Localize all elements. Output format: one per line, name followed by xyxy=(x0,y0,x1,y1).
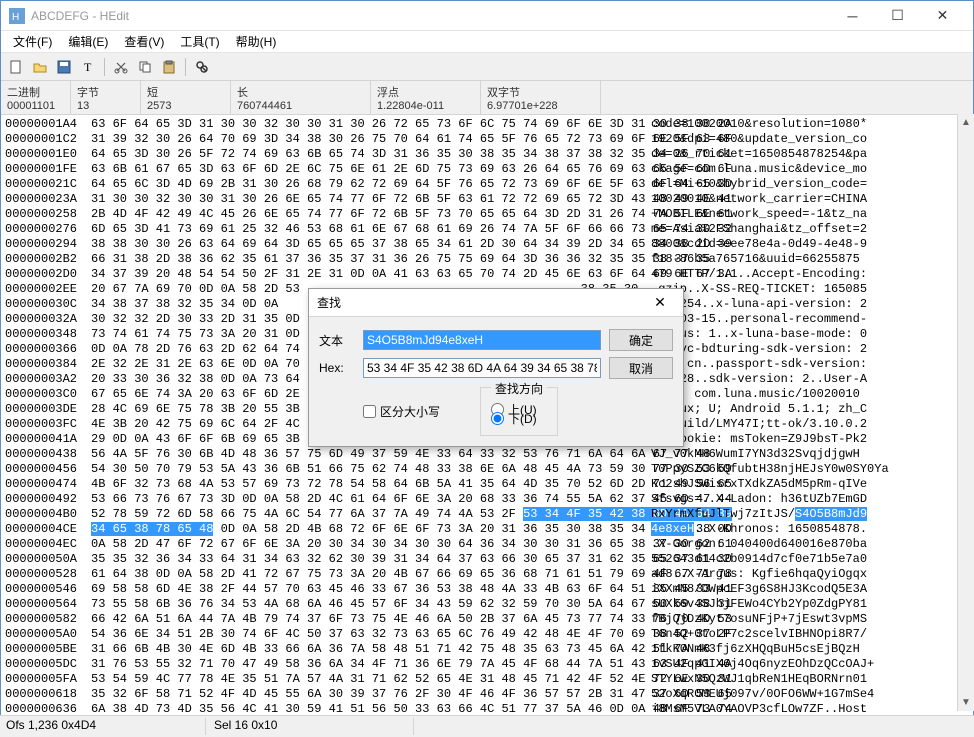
paste-icon[interactable] xyxy=(158,56,180,78)
hex-row[interactable]: 00000006366A 38 4D 73 4D 35 56 4C 41 30 … xyxy=(5,702,969,712)
hex-row[interactable]: 00000004744B 6F 32 73 68 4A 53 57 69 73 … xyxy=(5,477,969,492)
copy-icon[interactable] xyxy=(134,56,156,78)
hex-row[interactable]: 000000054669 58 58 6D 4E 38 2F 44 57 70 … xyxy=(5,582,969,597)
info-double: 双字节6.97701e+228 xyxy=(481,81,601,114)
hex-row[interactable]: 00000001A463 6F 64 65 3D 31 30 30 32 30 … xyxy=(5,117,969,132)
close-button[interactable]: ✕ xyxy=(920,2,965,30)
info-bar: 二进制00001101 字节13 短2573 长760744461 浮点1.22… xyxy=(1,81,973,115)
new-file-icon[interactable] xyxy=(5,56,27,78)
dialog-close-button[interactable]: ✕ xyxy=(645,292,675,314)
find-text-input[interactable] xyxy=(363,330,601,350)
hex-row[interactable]: 00000001E064 65 3D 30 26 5F 72 74 69 63 … xyxy=(5,147,969,162)
hex-row[interactable]: 00000002D034 37 39 20 48 54 54 50 2F 31 … xyxy=(5,267,969,282)
hex-row[interactable]: 000000029438 38 30 30 26 63 64 69 64 3D … xyxy=(5,237,969,252)
hex-row[interactable]: 00000004CE34 65 38 78 65 48 0D 0A 58 2D … xyxy=(5,522,969,537)
info-float: 浮点1.22804e-011 xyxy=(371,81,481,114)
search-direction-group: 查找方向 上(U) 下(D) xyxy=(480,387,558,436)
hex-row[interactable]: 00000004B052 78 59 72 6D 58 66 75 4A 6C … xyxy=(5,507,969,522)
find-dialog: 查找 ✕ 文本 确定 Hex: 取消 区分大小写 查找方向 上(U) 下(D) xyxy=(308,288,684,447)
menu-view[interactable]: 查看(V) xyxy=(116,31,172,52)
svg-text:H: H xyxy=(12,12,19,23)
direction-down-radio[interactable]: 下(D) xyxy=(491,410,547,427)
scroll-down-arrow[interactable]: ▼ xyxy=(958,694,974,711)
info-byte: 字节13 xyxy=(71,81,141,114)
maximize-button[interactable]: ☐ xyxy=(875,2,920,30)
window-title: ABCDEFG - HEdit xyxy=(31,9,129,23)
find-text-label: 文本 xyxy=(319,332,363,349)
menu-help[interactable]: 帮助(H) xyxy=(228,31,285,52)
hex-row[interactable]: 00000002582B 4D 4F 42 49 4C 45 26 6E 65 … xyxy=(5,207,969,222)
menubar: 文件(F) 编辑(E) 查看(V) 工具(T) 帮助(H) xyxy=(1,31,973,53)
hex-row[interactable]: 00000002B266 31 38 2D 38 36 62 35 61 37 … xyxy=(5,252,969,267)
hex-row[interactable]: 000000045654 30 50 70 79 53 5A 43 36 6B … xyxy=(5,462,969,477)
hex-row[interactable]: 000000021C64 65 6C 3D 4D 69 2B 31 30 26 … xyxy=(5,177,969,192)
hex-row[interactable]: 000000023A31 30 30 32 30 30 31 30 26 6E … xyxy=(5,192,969,207)
hex-row[interactable]: 000000049253 66 73 76 67 73 3D 0D 0A 58 … xyxy=(5,492,969,507)
info-short: 短2573 xyxy=(141,81,231,114)
hex-row[interactable]: 00000005BE31 66 6B 4B 30 4E 6D 4B 33 66 … xyxy=(5,642,969,657)
hex-row[interactable]: 00000005FA53 54 59 4C 77 78 4E 35 51 7A … xyxy=(5,672,969,687)
hex-row[interactable]: 000000043856 4A 5F 76 30 6B 4D 48 36 57 … xyxy=(5,447,969,462)
text-mode-icon[interactable]: T xyxy=(77,56,99,78)
hex-row[interactable]: 00000001C231 39 32 30 26 64 70 69 3D 34 … xyxy=(5,132,969,147)
status-selection: Sel 16 0x10 xyxy=(214,718,414,735)
hex-row[interactable]: 00000005A054 36 6E 34 51 2B 30 74 6F 4C … xyxy=(5,627,969,642)
hex-row[interactable]: 000000050A35 35 32 36 34 33 64 31 34 63 … xyxy=(5,552,969,567)
svg-text:T: T xyxy=(84,60,92,74)
menu-edit[interactable]: 编辑(E) xyxy=(60,31,116,52)
match-case-checkbox[interactable]: 区分大小写 xyxy=(363,387,440,436)
titlebar: H ABCDEFG - HEdit ─ ☐ ✕ xyxy=(1,1,973,31)
dialog-titlebar[interactable]: 查找 ✕ xyxy=(309,289,683,317)
hex-row[interactable]: 000000058266 42 6A 51 6A 44 7A 4B 79 74 … xyxy=(5,612,969,627)
find-ok-button[interactable]: 确定 xyxy=(609,329,673,351)
hex-row[interactable]: 00000002766D 65 3D 41 73 69 61 25 32 46 … xyxy=(5,222,969,237)
statusbar: Ofs 1,236 0x4D4 Sel 16 0x10 xyxy=(0,715,974,737)
save-icon[interactable] xyxy=(53,56,75,78)
cut-icon[interactable] xyxy=(110,56,132,78)
info-long: 长760744461 xyxy=(231,81,371,114)
status-offset: Ofs 1,236 0x4D4 xyxy=(6,718,206,735)
minimize-button[interactable]: ─ xyxy=(830,2,875,30)
dialog-title: 查找 xyxy=(317,294,645,311)
find-icon[interactable] xyxy=(191,56,213,78)
find-hex-label: Hex: xyxy=(319,361,363,375)
toolbar: T xyxy=(1,53,973,81)
menu-tools[interactable]: 工具(T) xyxy=(172,31,227,52)
hex-row[interactable]: 000000052861 64 38 0D 0A 58 2D 41 72 67 … xyxy=(5,567,969,582)
menu-file[interactable]: 文件(F) xyxy=(5,31,60,52)
scroll-up-arrow[interactable]: ▲ xyxy=(958,114,974,131)
vertical-scrollbar[interactable]: ▲ ▼ xyxy=(957,114,974,711)
hex-row[interactable]: 00000004EC0A 58 2D 47 6F 72 67 6F 6E 3A … xyxy=(5,537,969,552)
hex-row[interactable]: 000000056473 55 58 6B 36 76 34 53 4A 68 … xyxy=(5,597,969,612)
hex-row[interactable]: 00000001FE63 6B 61 67 65 3D 63 6F 6D 2E … xyxy=(5,162,969,177)
open-file-icon[interactable] xyxy=(29,56,51,78)
app-icon: H xyxy=(9,8,25,24)
info-binary: 二进制00001101 xyxy=(1,81,71,114)
hex-row[interactable]: 000000061835 32 6F 58 71 52 4F 4D 45 55 … xyxy=(5,687,969,702)
find-cancel-button[interactable]: 取消 xyxy=(609,357,673,379)
hex-row[interactable]: 00000005DC31 76 53 55 32 71 70 47 49 58 … xyxy=(5,657,969,672)
find-hex-input[interactable] xyxy=(363,358,601,378)
